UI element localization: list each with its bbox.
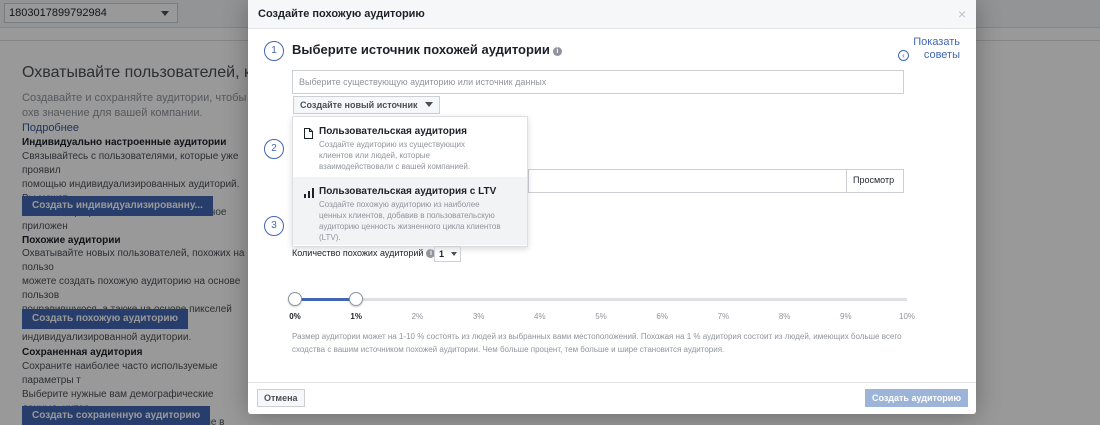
step-3-indicator: 3 — [264, 216, 284, 236]
chevron-down-icon — [451, 252, 457, 256]
slider-tick-label: 6% — [656, 312, 668, 321]
slider-tick-label: 0% — [289, 312, 301, 321]
create-new-source-button[interactable]: Создайте новый источник — [293, 96, 440, 114]
slider-tick-label: 3% — [472, 312, 485, 321]
audience-size-slider-track[interactable] — [295, 298, 907, 301]
dropdown-item-title: Пользовательская аудитория — [319, 126, 467, 137]
slider-tick-label: 5% — [595, 312, 607, 321]
slider-tick-label: 10% — [898, 312, 916, 321]
dropdown-item-description: Создайте аудиторию из существующих клиен… — [319, 140, 471, 171]
step-2-indicator: 2 — [264, 139, 284, 159]
slider-tick-label: 9% — [840, 312, 852, 321]
lookalike-count-label: Количество похожих аудиторий i — [292, 248, 436, 258]
create-source-label: Создайте новый источник — [300, 100, 418, 110]
step-1-indicator: 1 — [264, 41, 284, 61]
slider-tick-label: 7% — [717, 312, 730, 321]
slider-handle-end[interactable] — [349, 292, 364, 306]
chevron-left-icon[interactable]: ‹ — [898, 50, 909, 61]
info-icon[interactable]: i — [552, 47, 562, 56]
document-icon — [304, 128, 313, 139]
slider-tick-label: 4% — [534, 312, 546, 321]
dialog-footer: Отмена Создать аудиторию — [248, 382, 976, 414]
chevron-down-icon — [424, 102, 433, 107]
dropdown-item-ltv-audience[interactable]: Пользовательская аудитория с LTV Создайт… — [293, 177, 527, 245]
audience-size-slider-fill — [295, 298, 357, 301]
slider-tick-label: 8% — [778, 312, 791, 321]
dropdown-item-description: Создайте похожую аудиторию из наиболее ц… — [319, 200, 501, 242]
slider-tick-label: 2% — [411, 312, 424, 321]
show-tips-link[interactable]: Показать советы — [900, 36, 960, 62]
lookalike-dialog: Создайте похожую аудиторию × 1 2 3 Выбер… — [248, 0, 976, 414]
count-value: 1 — [439, 249, 445, 259]
lookalike-count-select[interactable]: 1 — [434, 246, 461, 262]
source-title-text: Выберите источник похожей аудитории — [292, 42, 550, 57]
audience-size-note: Размер аудитории может на 1-10 % состоят… — [292, 332, 902, 354]
source-search-input[interactable]: Выберите существующую аудиторию или исто… — [292, 70, 904, 94]
count-label-text: Количество похожих аудиторий — [292, 248, 424, 258]
dialog-header: Создайте похожую аудиторию × — [248, 0, 976, 29]
dropdown-item-custom-audience[interactable]: Пользовательская аудитория Создайте ауди… — [293, 117, 527, 175]
close-icon[interactable]: × — [958, 7, 966, 21]
dropdown-item-title: Пользовательская аудитория с LTV — [319, 186, 497, 197]
slider-handle-start[interactable] — [288, 292, 302, 306]
bar-chart-icon — [304, 188, 314, 198]
create-audience-button[interactable]: Создать аудиторию — [864, 389, 968, 407]
dialog-title: Создайте похожую аудиторию — [258, 8, 425, 20]
browse-button[interactable]: Просмотр — [846, 169, 900, 193]
source-section-title: Выберите источник похожей аудитории i — [292, 42, 562, 57]
slider-tick-label: 1% — [350, 312, 362, 321]
slider-tick-labels: 0% 1% 2% 3% 4% 5% 6% 7% 8% 9% 10% — [248, 312, 976, 324]
cancel-button[interactable]: Отмена — [257, 389, 305, 407]
source-dropdown-menu: Пользовательская аудитория Создайте ауди… — [292, 116, 528, 247]
